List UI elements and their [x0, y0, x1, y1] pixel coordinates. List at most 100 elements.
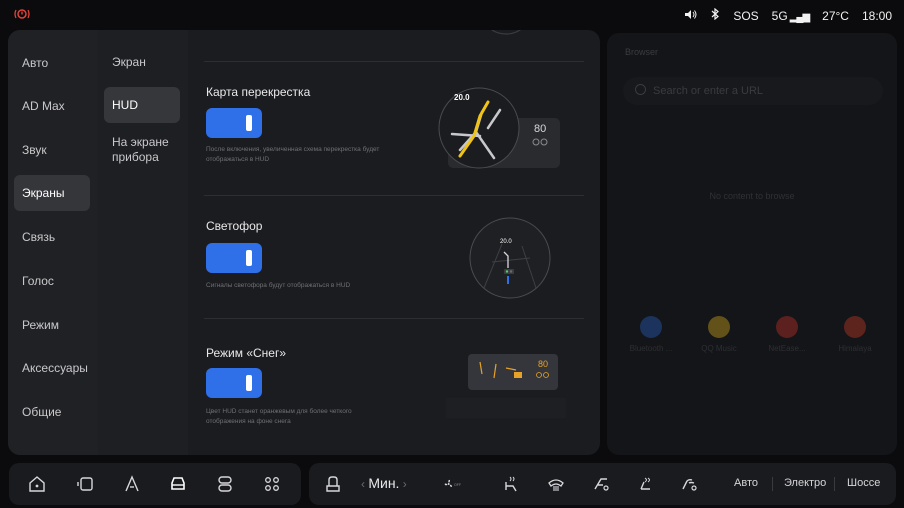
toggle-knob	[246, 115, 252, 131]
toggle-knob	[246, 375, 252, 391]
signal-bars-icon: ▂▄▆	[789, 11, 810, 23]
browser-window[interactable]: Browser Search or enter a URL No content…	[607, 33, 897, 455]
junction-map-title: Карта перекрестка	[206, 85, 311, 99]
subnav-item-instrument-screen[interactable]: На экране прибора	[104, 135, 174, 165]
junction-map-toggle[interactable]	[206, 108, 262, 138]
browser-search-input[interactable]: Search or enter a URL	[623, 77, 883, 105]
bluetooth-app-icon	[640, 316, 662, 338]
home-icon[interactable]	[27, 474, 47, 494]
snow-mode-preview: 80	[446, 354, 566, 418]
snow-mode-description: Цвет HUD станет оранжевым для более четк…	[206, 408, 352, 425]
browser-app-list: Bluetooth ... QQ Music NetEase... Himala…	[623, 316, 883, 353]
traffic-light-description: Сигналы светофора будут отображаться в H…	[206, 282, 351, 289]
drive-mode-electric[interactable]: Электро	[784, 477, 826, 489]
browser-empty-text: No content to browse	[709, 191, 795, 201]
snow-mode-toggle[interactable]	[206, 368, 262, 398]
nav-item-label: Экраны	[22, 186, 65, 200]
secondary-nav: Экран HUD На экране прибора	[98, 30, 188, 455]
nav-item-connection[interactable]: Связь	[14, 219, 90, 255]
network-indicator: 5G ▂▄▆	[771, 8, 811, 23]
mode-separator	[834, 477, 835, 491]
bluetooth-icon[interactable]	[711, 7, 720, 23]
volume-icon[interactable]	[684, 9, 698, 23]
app-label: Himalaya	[838, 344, 872, 353]
windshield-defrost-icon[interactable]	[546, 474, 566, 494]
app-label: QQ Music	[701, 344, 737, 353]
rear-defrost-icon[interactable]	[679, 474, 699, 494]
nav-item-sound[interactable]: Звук	[14, 132, 90, 168]
climate-bar: ‹ Мин. › OFF Авто Электро Шоссе	[309, 463, 896, 505]
nav-item-voice[interactable]: Голос	[14, 263, 90, 299]
app-netease[interactable]: NetEase...	[759, 316, 815, 353]
traffic-light-preview: 20.0	[469, 217, 551, 299]
nav-item-label: Общие	[22, 405, 62, 419]
browser-title: Browser	[625, 47, 659, 57]
outside-temperature: 27°C	[822, 8, 849, 23]
seat-heating-icon[interactable]	[501, 474, 521, 494]
app-qq-music[interactable]: QQ Music	[691, 316, 747, 353]
nav-item-label: Связь	[22, 230, 56, 244]
clock: 18:00	[861, 8, 892, 23]
nav-item-label: Аксессуары	[22, 361, 88, 375]
app-label: Bluetooth ...	[629, 344, 673, 353]
junction-map-preview: 20.0 80	[438, 87, 560, 169]
section-divider	[204, 195, 584, 196]
himalaya-icon	[844, 316, 866, 338]
dock-app-bar	[9, 463, 301, 505]
qq-music-icon	[708, 316, 730, 338]
nav-item-label: Авто	[22, 56, 49, 70]
network-label: 5G	[771, 8, 788, 23]
hud-settings-content: Карта перекрестка После включения, увели…	[188, 30, 600, 455]
steering-heat-icon[interactable]	[591, 474, 611, 494]
subnav-item-label: На экране прибора	[112, 135, 169, 164]
toggle-knob	[246, 250, 252, 266]
phone-mirror-icon[interactable]	[76, 474, 96, 494]
snow-mode-speed: 80	[538, 359, 548, 369]
nav-item-accessories[interactable]: Аксессуары	[14, 350, 90, 386]
subnav-item-hud[interactable]: HUD	[104, 87, 180, 123]
nav-item-auto[interactable]: Авто	[14, 45, 90, 81]
traffic-light-toggle[interactable]	[206, 243, 262, 273]
nav-item-label: AD Max	[22, 99, 65, 113]
section-divider	[204, 61, 584, 62]
navigation-icon[interactable]	[122, 474, 142, 494]
browser-search-placeholder: Search or enter a URL	[653, 85, 764, 97]
primary-nav: Авто AD Max Звук Экраны Связь Голос Режи…	[8, 30, 98, 455]
app-bluetooth-music[interactable]: Bluetooth ...	[623, 316, 679, 353]
subnav-item-screen[interactable]: Экран	[104, 55, 180, 70]
nav-item-label: Режим	[22, 318, 59, 332]
seat-ventilation-icon[interactable]	[635, 474, 655, 494]
nav-item-label: Звук	[22, 143, 47, 157]
fan-status: OFF	[454, 483, 461, 487]
junction-map-description: После включения, увеличенная схема перек…	[206, 146, 380, 163]
temperature-control[interactable]: ‹ Мин. ›	[361, 475, 407, 491]
subnav-item-label: Экран	[112, 55, 146, 69]
sos-button[interactable]: SOS	[733, 9, 758, 23]
nav-item-mode[interactable]: Режим	[14, 307, 90, 343]
chevron-right-icon[interactable]: ›	[399, 477, 407, 491]
fan-icon[interactable]: OFF	[444, 474, 478, 494]
mode-separator	[772, 477, 773, 491]
snow-mode-title: Режим «Снег»	[206, 346, 287, 360]
traffic-light-distance: 20.0	[500, 239, 512, 245]
drive-mode-auto[interactable]: Авто	[734, 477, 758, 489]
media-icon[interactable]	[215, 474, 235, 494]
app-grid-icon[interactable]	[262, 474, 282, 494]
drive-mode-highway[interactable]: Шоссе	[847, 477, 880, 489]
app-himalaya[interactable]: Himalaya	[827, 316, 883, 353]
subnav-item-label: HUD	[112, 98, 138, 112]
nav-item-screens[interactable]: Экраны	[14, 175, 90, 211]
nav-item-general[interactable]: Общие	[14, 394, 90, 430]
cropped-preview-illustration	[491, 30, 521, 35]
app-label: NetEase...	[768, 344, 806, 353]
seat-icon[interactable]	[323, 474, 343, 494]
car-icon[interactable]	[168, 474, 188, 494]
netease-icon	[776, 316, 798, 338]
temperature-value: Мин.	[368, 475, 400, 491]
nav-item-ad-max[interactable]: AD Max	[14, 88, 90, 124]
search-icon	[635, 84, 646, 95]
junction-map-distance: 20.0	[454, 93, 470, 102]
nav-item-label: Голос	[22, 274, 54, 288]
traffic-light-title: Светофор	[206, 219, 263, 233]
settings-panel: Авто AD Max Звук Экраны Связь Голос Режи…	[8, 30, 600, 455]
